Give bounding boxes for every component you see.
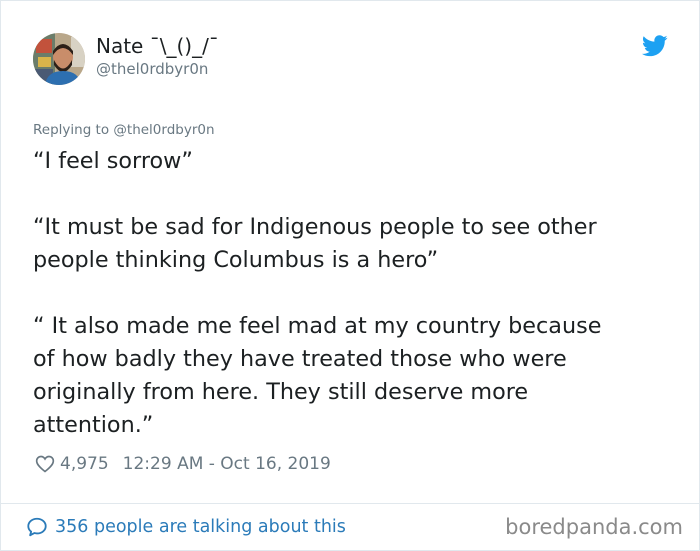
tweet-line: people thinking Columbus is a hero”	[33, 247, 439, 273]
author-display-name[interactable]: Nate ¯\_()_/¯	[96, 34, 219, 58]
tweet-line: attention.”	[33, 412, 154, 438]
tweet-line: “ It also made me feel mad at my country…	[33, 313, 602, 339]
tweet-meta: 4,975 12:29 AM - Oct 16, 2019	[35, 453, 331, 475]
author-handle[interactable]: @thel0rdbyr0n	[96, 60, 208, 78]
talking-about-text: 356 people are talking about this	[55, 517, 346, 537]
heart-icon[interactable]	[35, 454, 55, 474]
tweet-line: “I feel sorrow”	[33, 148, 193, 174]
tweet-line: of how badly they have treated those who…	[33, 346, 567, 372]
tweet-line: originally from here. They still deserve…	[33, 379, 529, 405]
tweet-timestamp[interactable]: 12:29 AM - Oct 16, 2019	[123, 454, 331, 474]
watermark: boredpanda.com	[505, 515, 683, 539]
like-count[interactable]: 4,975	[60, 454, 109, 474]
tweet-card: Nate ¯\_()_/¯ @thel0rdbyr0n Replying to …	[0, 0, 700, 551]
divider	[1, 503, 699, 504]
talking-about-link[interactable]: 356 people are talking about this	[26, 516, 346, 538]
reply-context[interactable]: Replying to @thel0rdbyr0n	[33, 122, 215, 138]
tweet-line: “It must be sad for Indigenous people to…	[33, 214, 597, 240]
avatar-image	[33, 33, 85, 85]
tweet-text: “I feel sorrow” “It must be sad for Indi…	[33, 145, 673, 442]
avatar[interactable]	[33, 33, 85, 85]
twitter-bird-icon[interactable]	[642, 35, 668, 57]
speech-bubble-icon	[27, 517, 47, 537]
